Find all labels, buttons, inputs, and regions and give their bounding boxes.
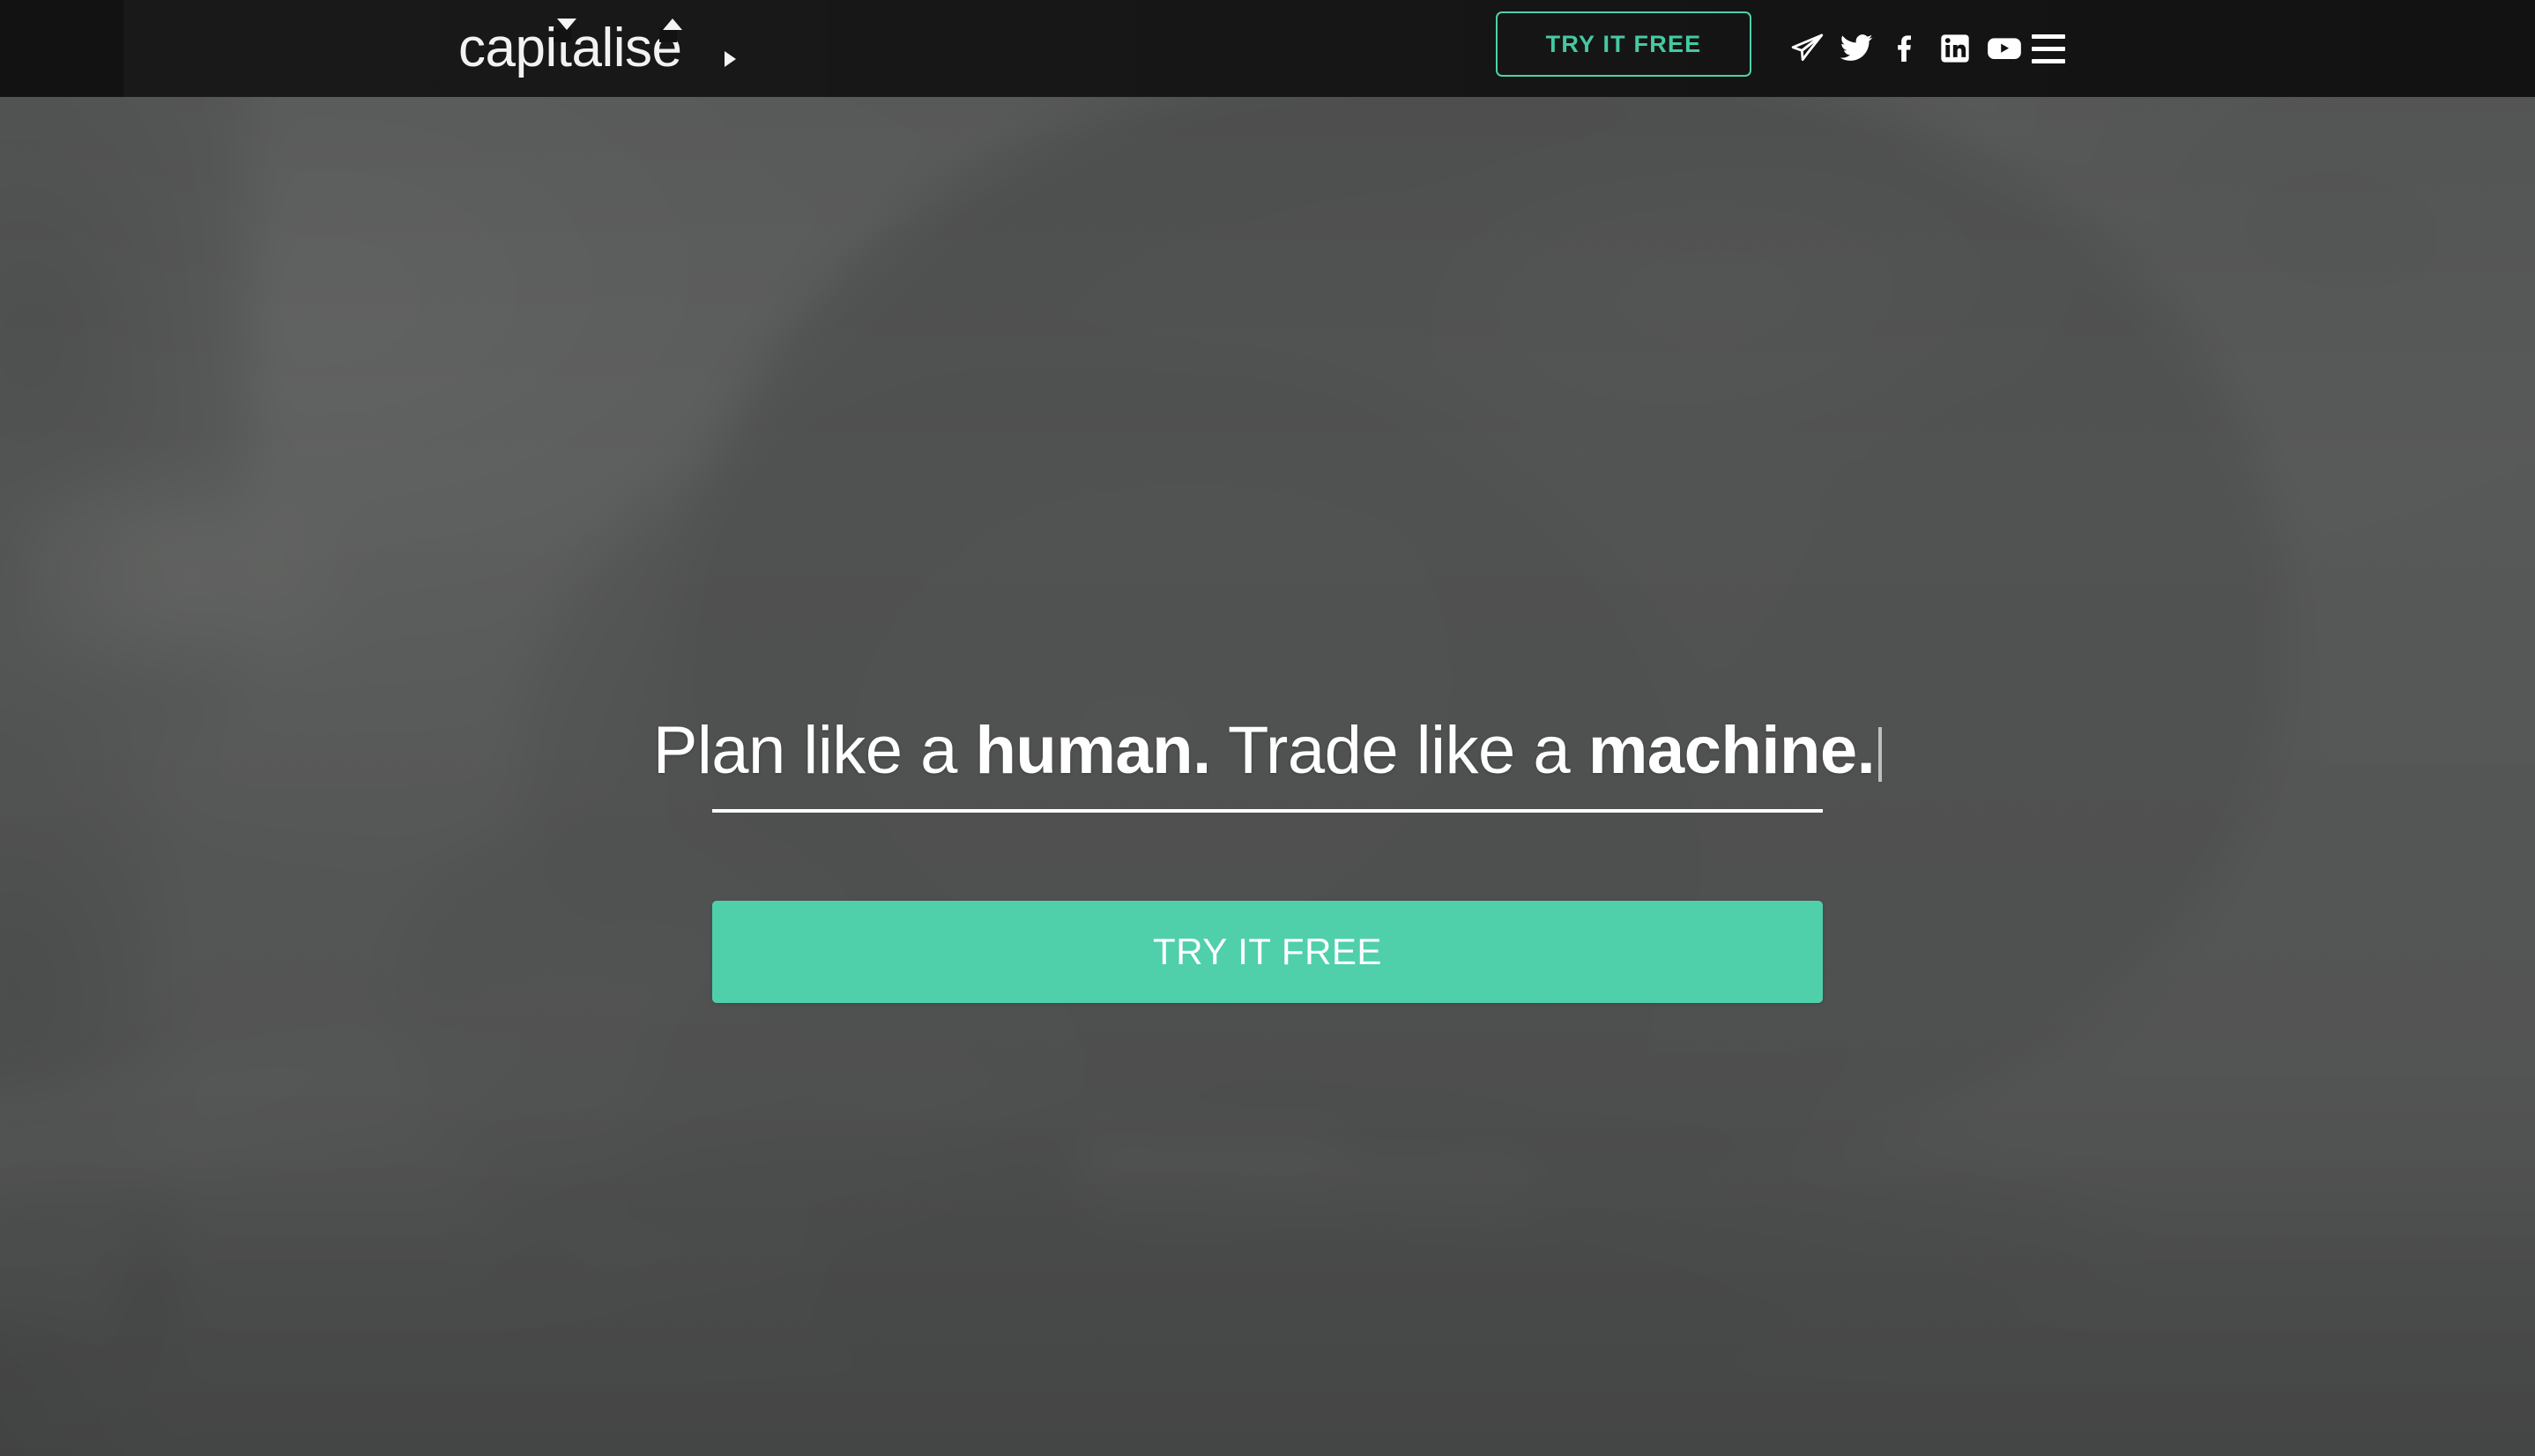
triangle-up-icon	[663, 19, 682, 30]
hero-section: Plan like a human. Trade like a machine.…	[0, 97, 2535, 1456]
triangle-right-icon	[725, 51, 736, 67]
logo-wordmark: capitalise	[458, 19, 736, 76]
hamburger-menu-button[interactable]	[2024, 19, 2073, 78]
headline-underline	[712, 809, 1823, 813]
twitter-icon	[1839, 31, 1874, 66]
twitter-link[interactable]	[1832, 19, 1881, 78]
hero-headline: Plan like a human. Trade like a machine.	[0, 714, 2535, 788]
facebook-link[interactable]	[1881, 19, 1930, 78]
logo-dot-mask-first-i	[554, 28, 571, 42]
triangle-down-icon	[557, 19, 576, 30]
telegram-icon	[1789, 31, 1825, 66]
linkedin-link[interactable]	[1930, 19, 1980, 78]
linkedin-icon	[1937, 31, 1973, 66]
youtube-link[interactable]	[1980, 19, 2029, 78]
headline-bold-machine: machine.	[1587, 713, 1876, 788]
page-root: capitalise TRY IT FREE Plan like a human…	[0, 0, 2535, 1456]
social-links	[1782, 19, 2029, 78]
hamburger-bar-3	[2032, 58, 2065, 63]
site-header: capitalise TRY IT FREE	[0, 0, 2535, 97]
hero-content: Plan like a human. Trade like a machine.…	[0, 97, 2535, 1456]
telegram-link[interactable]	[1782, 19, 1832, 78]
facebook-icon	[1888, 31, 1923, 66]
hamburger-bar-1	[2032, 33, 2065, 39]
hero-try-it-free-button[interactable]: TRY IT FREE	[712, 901, 1823, 1003]
logo-dot-mask-second-i	[659, 28, 677, 42]
header-try-it-free-button[interactable]: TRY IT FREE	[1496, 11, 1751, 77]
headline-text-2: Trade like a	[1210, 713, 1588, 788]
headline-text-1: Plan like a	[652, 713, 976, 788]
typing-caret-icon	[1878, 727, 1883, 782]
headline-bold-human: human.	[975, 713, 1211, 788]
capitalise-logo[interactable]: capitalise	[458, 5, 758, 92]
hamburger-bar-2	[2032, 46, 2065, 51]
youtube-icon	[1985, 31, 2024, 66]
